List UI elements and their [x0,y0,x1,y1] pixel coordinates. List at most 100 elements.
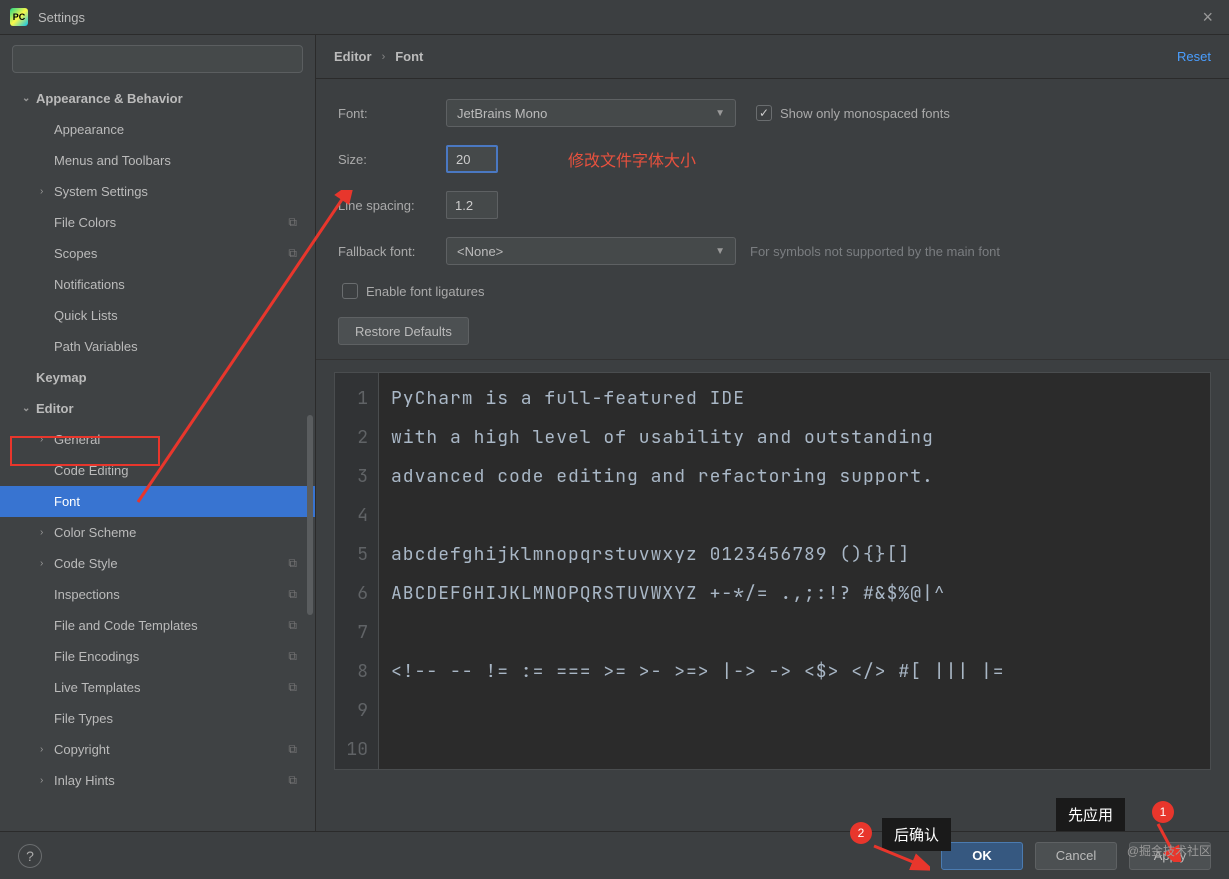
restore-defaults-button[interactable]: Restore Defaults [338,317,469,345]
sidebar-item-label: Appearance & Behavior [36,91,183,106]
sidebar-item[interactable]: Code Editing [0,455,315,486]
sidebar-item-label: File Encodings [54,649,139,664]
sidebar-item-label: File and Code Templates [54,618,198,633]
dialog-footer: ? OK Cancel Apply [0,831,1229,879]
sidebar-item[interactable]: ›Copyright ⧉ [0,734,315,765]
window-title: Settings [38,10,85,25]
size-label: Size: [338,152,446,167]
chevron-down-icon: ⌄ [22,93,36,104]
chevron-right-icon: › [40,744,54,755]
sidebar-item-label: Inspections [54,587,120,602]
settings-tree: ⌄Appearance & BehaviorAppearanceMenus an… [0,83,315,831]
sidebar-item-label: File Types [54,711,113,726]
sidebar-item-label: Editor [36,401,74,416]
sidebar-item[interactable]: ›Color Scheme [0,517,315,548]
fallback-label: Fallback font: [338,244,446,259]
project-icon: ⧉ [288,680,297,695]
sidebar-item[interactable]: ›Code Style⧉ [0,548,315,579]
sidebar-item-label: File Colors [54,215,116,230]
sidebar-item[interactable]: Font [0,486,315,517]
gutter: 12345678910 [335,373,379,769]
chevron-down-icon: ⌄ [22,403,36,414]
chevron-down-icon: ▼ [715,246,725,257]
project-icon: ⧉ [288,215,297,230]
sidebar-item[interactable]: Appearance [0,114,315,145]
monospaced-label: Show only monospaced fonts [780,106,950,121]
app-icon: PC [10,8,28,26]
sidebar-item[interactable]: ⌄Editor [0,393,315,424]
sidebar-item-label: Notifications [54,277,125,292]
chevron-right-icon: › [40,527,54,538]
ok-button[interactable]: OK [941,842,1023,870]
cancel-button[interactable]: Cancel [1035,842,1117,870]
sidebar-item-label: System Settings [54,184,148,199]
search-input[interactable] [12,45,303,73]
sidebar-item[interactable]: Live Templates ⧉ [0,672,315,703]
project-icon: ⧉ [288,742,297,757]
sidebar-item[interactable]: ›General [0,424,315,455]
sidebar-item-label: Menus and Toolbars [54,153,171,168]
breadcrumb-leaf: Font [395,49,423,64]
project-icon: ⧉ [288,618,297,633]
main-panel: Editor › Font Reset Font: JetBrains Mono… [316,35,1229,831]
sidebar-item[interactable]: File Types [0,703,315,734]
titlebar: PC Settings × [0,0,1229,35]
sidebar-item-label: Quick Lists [54,308,118,323]
sidebar-item-label: Color Scheme [54,525,136,540]
sidebar-item-label: Inlay Hints [54,773,115,788]
sidebar-item[interactable]: Notifications [0,269,315,300]
sidebar-item-label: Scopes [54,246,97,261]
sidebar-item-label: Font [54,494,80,509]
sidebar-item[interactable]: Menus and Toolbars [0,145,315,176]
sidebar-item[interactable]: Scopes ⧉ [0,238,315,269]
preview-code: PyCharm is a full-featured IDEwith a hig… [379,373,1210,769]
monospaced-checkbox[interactable] [756,105,772,121]
sidebar-item[interactable]: Keymap [0,362,315,393]
fallback-combo[interactable]: <None> ▼ [446,237,736,265]
sidebar-item-label: Copyright [54,742,110,757]
chevron-right-icon: › [40,186,54,197]
font-form: Font: JetBrains Mono ▼ Show only monospa… [316,79,1229,360]
reset-link[interactable]: Reset [1177,49,1211,64]
font-preview: 12345678910 PyCharm is a full-featured I… [334,372,1211,770]
sidebar-item-label: Keymap [36,370,87,385]
sidebar-item[interactable]: Inspections ⧉ [0,579,315,610]
close-icon[interactable]: × [1196,7,1219,28]
sidebar-item[interactable]: ›Inlay Hints ⧉ [0,765,315,796]
font-value: JetBrains Mono [457,106,547,121]
font-label: Font: [338,106,446,121]
sidebar-item[interactable]: ⌄Appearance & Behavior [0,83,315,114]
chevron-right-icon: › [40,775,54,786]
sidebar-item[interactable]: File and Code Templates ⧉ [0,610,315,641]
sidebar-item[interactable]: File Encodings ⧉ [0,641,315,672]
breadcrumb: Editor › Font Reset [316,35,1229,79]
sidebar-item[interactable]: File Colors ⧉ [0,207,315,238]
sidebar-item-label: Live Templates [54,680,140,695]
apply-button[interactable]: Apply [1129,842,1211,870]
sidebar-item[interactable]: ›System Settings [0,176,315,207]
fallback-hint: For symbols not supported by the main fo… [750,244,1000,259]
spacing-input[interactable] [446,191,498,219]
sidebar-scrollbar[interactable] [307,415,313,615]
help-icon[interactable]: ? [18,844,42,868]
ligatures-label: Enable font ligatures [366,284,485,299]
sidebar-item-label: Code Style [54,556,118,571]
project-icon: ⧉ [288,587,297,602]
ligatures-checkbox[interactable] [342,283,358,299]
breadcrumb-root[interactable]: Editor [334,49,372,64]
project-icon: ⧉ [288,649,297,664]
project-icon: ⧉ [288,773,297,788]
project-icon: ⧉ [288,246,297,261]
sidebar-item-label: General [54,432,100,447]
sidebar-item-label: Code Editing [54,463,128,478]
font-combo[interactable]: JetBrains Mono ▼ [446,99,736,127]
annotation-size: 修改文件字体大小 [568,147,696,171]
sidebar-item-label: Appearance [54,122,124,137]
project-icon: ⧉ [288,556,297,571]
sidebar-item[interactable]: Path Variables [0,331,315,362]
fallback-value: <None> [457,244,503,259]
sidebar-item[interactable]: Quick Lists [0,300,315,331]
spacing-label: Line spacing: [338,198,446,213]
size-input[interactable] [446,145,498,173]
chevron-down-icon: ▼ [715,108,725,119]
